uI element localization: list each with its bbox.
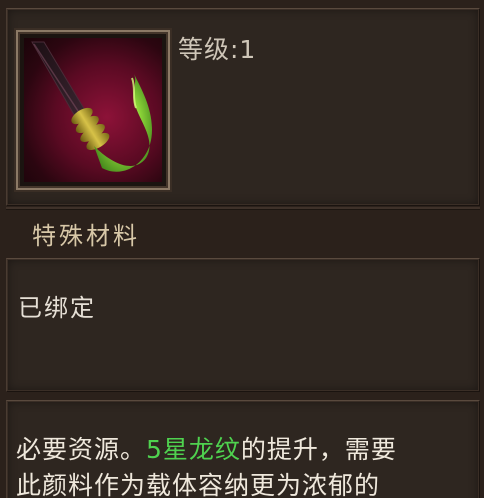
- item-level: 等级:1: [178, 35, 257, 64]
- item-tooltip: 等级:1 特殊材料 已绑定 必要资源。5星龙纹的提升，需要 此颜料作为载体容纳更…: [0, 0, 484, 498]
- item-description: 必要资源。5星龙纹的提升，需要 此颜料作为载体容纳更为浓郁的: [16, 432, 476, 498]
- divider: [6, 207, 480, 210]
- dragon-brush-icon: [24, 38, 162, 182]
- item-category: 特殊材料: [32, 222, 140, 250]
- description-prefix: 必要资源。: [16, 435, 147, 464]
- description-suffix: 的提升，需要: [240, 435, 397, 464]
- bind-status-panel: [6, 258, 480, 392]
- bind-status: 已绑定: [18, 294, 96, 322]
- description-highlight: 5星龙纹: [146, 435, 241, 464]
- item-icon-frame[interactable]: [16, 30, 170, 190]
- description-line-2: 此颜料作为载体容纳更为浓郁的: [16, 471, 381, 498]
- description-line-1: 必要资源。5星龙纹的提升，需要: [16, 432, 476, 468]
